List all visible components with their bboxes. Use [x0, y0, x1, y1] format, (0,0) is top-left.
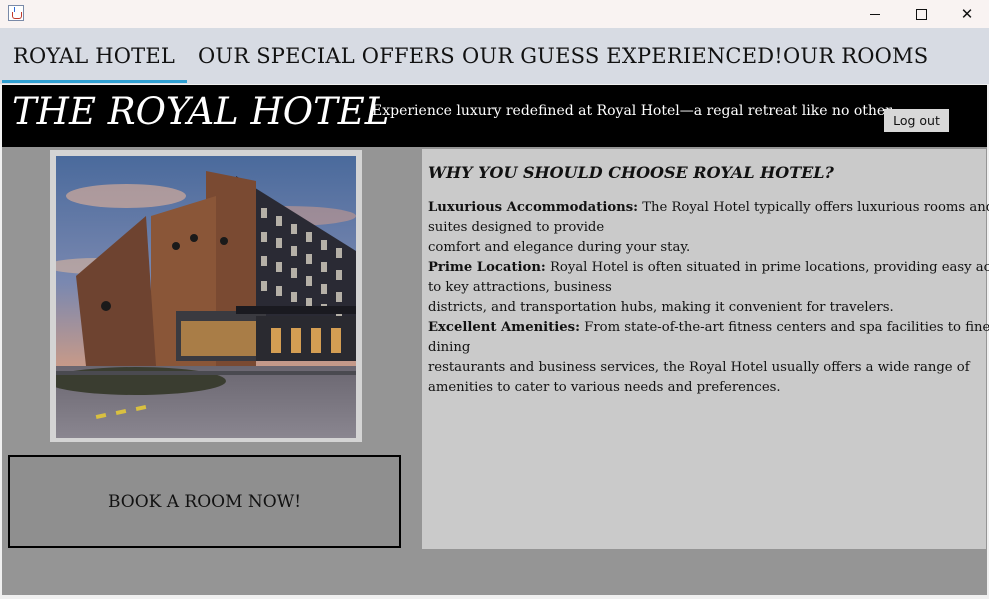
brand-title: THE ROYAL HOTEL	[12, 90, 390, 133]
hotel-photo	[56, 156, 356, 438]
info-title: WHY YOU SHOULD CHOOSE ROYAL HOTEL?	[428, 163, 834, 182]
main-panel: BOOK A ROOM NOW! WHY YOU SHOULD CHOOSE R…	[2, 147, 989, 595]
close-button[interactable]: ✕	[944, 0, 989, 28]
section-text: dining	[428, 340, 471, 355]
tagline: Experience luxury redefined at Royal Hot…	[372, 103, 895, 119]
tab-special-offers[interactable]: OUR SPECIAL OFFERS	[198, 28, 455, 84]
section-text: suites designed to provide	[428, 220, 605, 235]
section-heading: Excellent Amenities:	[428, 320, 580, 335]
section-text: Royal Hotel is often situated in prime l…	[545, 260, 989, 275]
window-titlebar: ✕	[0, 0, 989, 28]
section-text: amenities to cater to various needs and …	[428, 380, 781, 395]
hotel-header: THE ROYAL HOTEL Experience luxury redefi…	[2, 85, 987, 147]
minimize-icon	[870, 13, 880, 15]
section-text: restaurants and business services, the R…	[428, 360, 970, 375]
section-text: From state-of-the-art fitness centers an…	[579, 320, 989, 335]
section-heading: Prime Location:	[428, 260, 546, 275]
java-cup-icon	[8, 5, 24, 21]
section-text: comfort and elegance during your stay.	[428, 240, 691, 255]
logout-button[interactable]: Log out	[884, 109, 949, 132]
tab-royal-hotel[interactable]: ROYAL HOTEL	[13, 28, 175, 84]
info-body: Luxurious Accommodations: The Royal Hote…	[428, 198, 989, 398]
tab-guess-experienced[interactable]: OUR GUESS EXPERIENCED!	[462, 28, 783, 84]
minimize-button[interactable]	[852, 0, 898, 28]
hotel-photo-frame	[50, 150, 362, 442]
maximize-button[interactable]	[898, 0, 944, 28]
section-text: to key attractions, business	[428, 280, 612, 295]
active-tab-indicator	[2, 80, 187, 83]
why-choose-panel: WHY YOU SHOULD CHOOSE ROYAL HOTEL? Luxur…	[422, 149, 989, 549]
book-room-button[interactable]: BOOK A ROOM NOW!	[8, 455, 401, 548]
maximize-icon	[915, 8, 927, 20]
section-text: The Royal Hotel typically offers luxurio…	[638, 200, 989, 215]
section-heading: Luxurious Accommodations:	[428, 200, 639, 215]
section-text: districts, and transportation hubs, maki…	[428, 300, 894, 315]
close-icon: ✕	[960, 5, 974, 23]
tab-our-rooms[interactable]: OUR ROOMS	[783, 28, 928, 84]
tab-bar: ROYAL HOTEL OUR SPECIAL OFFERS OUR GUESS…	[0, 28, 989, 84]
